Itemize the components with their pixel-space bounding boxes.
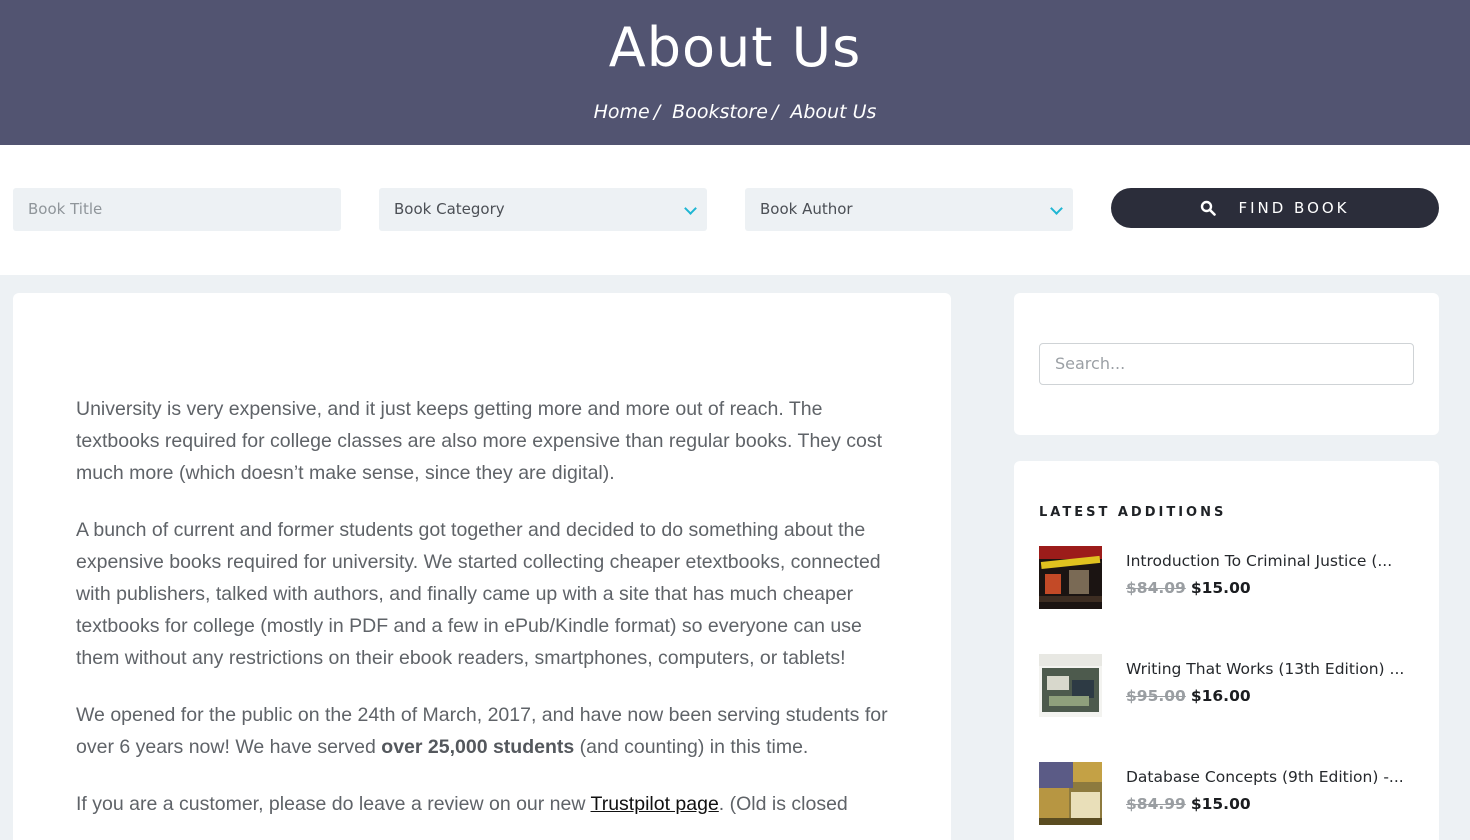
book-cover-image[interactable] bbox=[1039, 654, 1102, 717]
breadcrumb-bookstore[interactable]: Bookstore bbox=[672, 101, 768, 123]
product-item[interactable]: Database Concepts (9th Edition) -... $84… bbox=[1039, 762, 1419, 826]
product-item[interactable]: Introduction To Criminal Justice (... $8… bbox=[1039, 546, 1419, 610]
breadcrumb-current: About Us bbox=[790, 101, 877, 123]
text-segment: (and counting) in this time. bbox=[574, 736, 809, 758]
original-price: $95.00 bbox=[1126, 687, 1186, 705]
sale-price: $16.00 bbox=[1190, 687, 1251, 705]
original-price: $84.99 bbox=[1126, 795, 1186, 813]
sidebar-search-input[interactable]: Search... bbox=[1039, 343, 1414, 385]
product-price: $84.99 $15.00 bbox=[1126, 795, 1251, 813]
book-author-label: Book Author bbox=[760, 200, 853, 218]
book-author-select[interactable]: Book Author bbox=[745, 188, 1073, 231]
page-title: About Us bbox=[608, 16, 862, 79]
breadcrumb-separator: / bbox=[653, 101, 661, 123]
product-item[interactable]: Writing That Works (13th Edition) ... $9… bbox=[1039, 654, 1419, 718]
sale-price: $15.00 bbox=[1190, 579, 1251, 597]
product-title[interactable]: Database Concepts (9th Edition) -... bbox=[1126, 768, 1419, 786]
text-segment: . (Old is closed bbox=[718, 793, 848, 815]
book-category-label: Book Category bbox=[394, 200, 505, 218]
about-text: University is very expensive, and it jus… bbox=[76, 393, 896, 840]
students-served-highlight: over 25,000 students bbox=[381, 736, 575, 758]
latest-additions-widget: LATEST ADDITIONS Introduction To Crimina… bbox=[1014, 461, 1439, 840]
book-cover-image[interactable] bbox=[1039, 546, 1102, 609]
product-title[interactable]: Writing That Works (13th Edition) ... bbox=[1126, 660, 1419, 678]
book-title-input[interactable]: Book Title bbox=[13, 188, 341, 231]
search-icon bbox=[1201, 200, 1217, 216]
sale-price: $15.00 bbox=[1190, 795, 1251, 813]
about-paragraph: If you are a customer, please do leave a… bbox=[76, 788, 896, 820]
page-hero: About Us Home / Bookstore / About Us bbox=[0, 0, 1470, 145]
book-filter-bar: Book Title Book Category Book Author FIN… bbox=[0, 145, 1470, 275]
product-price: $84.09 $15.00 bbox=[1126, 579, 1251, 597]
about-paragraph: A bunch of current and former students g… bbox=[76, 519, 881, 669]
product-title[interactable]: Introduction To Criminal Justice (... bbox=[1126, 552, 1419, 570]
latest-additions-heading: LATEST ADDITIONS bbox=[1039, 505, 1227, 520]
find-book-button[interactable]: FIND BOOK bbox=[1111, 188, 1439, 228]
chevron-down-icon bbox=[684, 202, 697, 215]
trustpilot-link[interactable]: Trustpilot page bbox=[591, 793, 719, 815]
book-category-select[interactable]: Book Category bbox=[379, 188, 707, 231]
product-price: $95.00 $16.00 bbox=[1126, 687, 1251, 705]
breadcrumb-separator: / bbox=[771, 101, 779, 123]
about-paragraph: University is very expensive, and it jus… bbox=[76, 398, 883, 484]
book-cover-image[interactable] bbox=[1039, 762, 1102, 825]
about-content-card: University is very expensive, and it jus… bbox=[13, 293, 951, 840]
original-price: $84.09 bbox=[1126, 579, 1186, 597]
sidebar-search-widget: Search... bbox=[1014, 293, 1439, 435]
breadcrumb-home[interactable]: Home bbox=[594, 101, 650, 123]
chevron-down-icon bbox=[1050, 202, 1063, 215]
breadcrumb: Home / Bookstore / About Us bbox=[0, 101, 1470, 123]
about-paragraph: We opened for the public on the 24th of … bbox=[76, 699, 896, 763]
text-segment: If you are a customer, please do leave a… bbox=[76, 793, 591, 815]
find-book-label: FIND BOOK bbox=[1238, 199, 1350, 217]
